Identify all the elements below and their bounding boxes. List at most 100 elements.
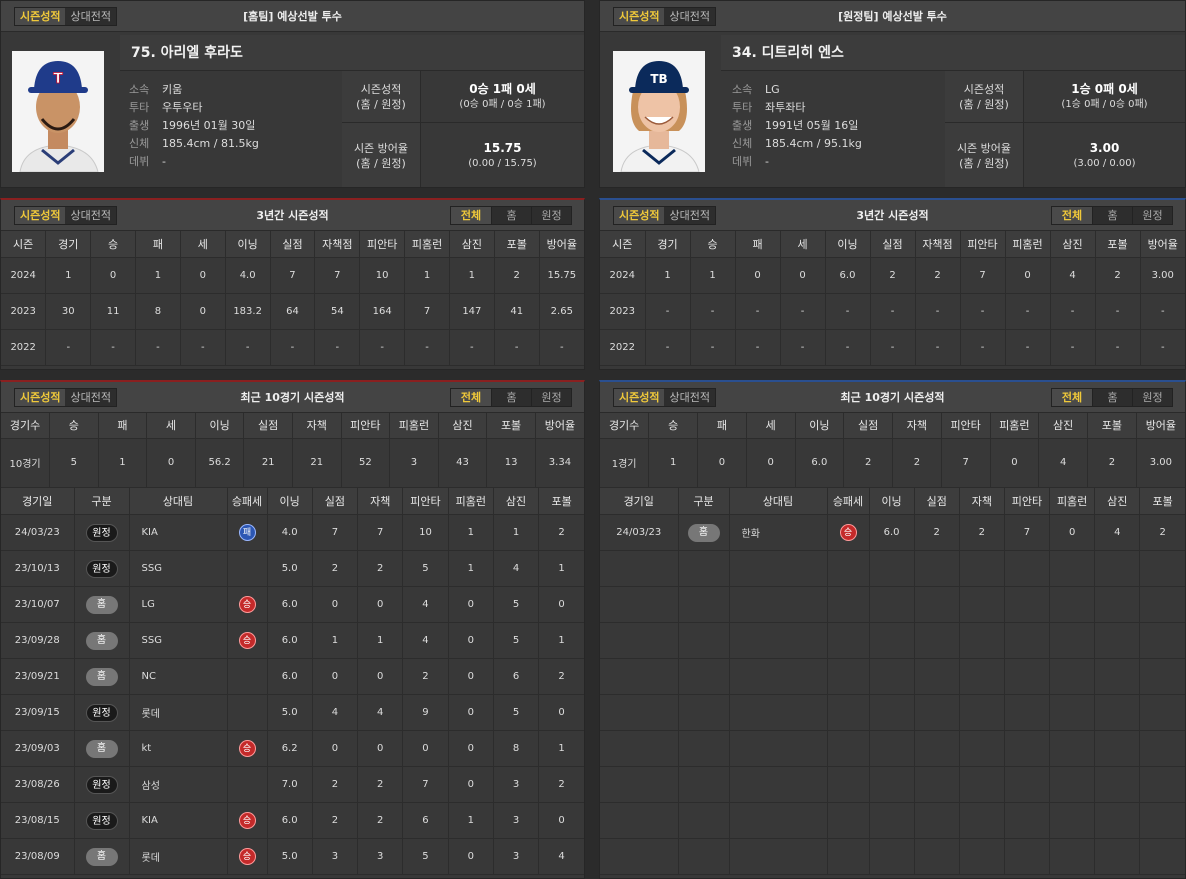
game-result xyxy=(227,550,268,587)
filter-all[interactable]: 전체 xyxy=(1052,389,1092,406)
filter-away[interactable]: 원정 xyxy=(531,207,571,224)
season-record-value: 0승 1패 0세 (0승 0패 / 0승 1패) xyxy=(459,81,546,110)
table-cell: 7 xyxy=(404,293,450,330)
column-header: 자책 xyxy=(292,413,342,439)
table-cell: 3 xyxy=(389,438,439,488)
table-cell xyxy=(1094,730,1141,767)
table-cell: - xyxy=(494,329,540,366)
table-cell xyxy=(827,586,870,623)
table-cell: 5 xyxy=(493,622,540,659)
season-era-value: 3.00 (3.00 / 0.00) xyxy=(1073,140,1136,169)
table-cell: - xyxy=(780,293,826,330)
table-cell: 0 xyxy=(538,694,584,731)
table-cell xyxy=(914,802,960,839)
table-cell: 0 xyxy=(448,730,494,767)
filter-home[interactable]: 홈 xyxy=(1092,207,1132,224)
table-cell: - xyxy=(870,293,916,330)
game-date: 23/08/26 xyxy=(1,766,75,803)
column-header: 실점 xyxy=(243,413,293,439)
column-header: 경기일 xyxy=(1,487,75,515)
table-row: 23/10/13 원정 SSG 5.0 2 2 5 1 4 1 xyxy=(1,550,584,587)
table-cell: - xyxy=(135,329,181,366)
table-cell: 0 xyxy=(538,802,584,839)
table-cell: 0 xyxy=(357,586,404,623)
season-era-label: 시즌 방어율 (홈 / 원정) xyxy=(945,123,1024,187)
player-photo: TB xyxy=(613,51,705,172)
table-cell: - xyxy=(1095,293,1141,330)
column-header: 포볼 xyxy=(1095,231,1141,258)
table-cell: 2 xyxy=(959,514,1005,551)
empty-row xyxy=(600,622,1185,659)
table-row: 2024 1 1 0 0 6.0 2 2 7 0 4 2 3.00 xyxy=(600,257,1185,294)
filter-away[interactable]: 원정 xyxy=(1132,389,1172,406)
table-cell: - xyxy=(314,329,361,366)
table-cell xyxy=(678,694,730,731)
table-cell: 5.0 xyxy=(267,550,313,587)
season-summary: 시즌성적 (홈 / 원정) 0승 1패 0세 (0승 0패 / 0승 1패) 시즌 … xyxy=(342,71,584,187)
column-header: 방어율 xyxy=(535,413,584,439)
table-cell xyxy=(1049,622,1096,659)
filter-away[interactable]: 원정 xyxy=(531,389,571,406)
season-record-label: 시즌성적 (홈 / 원정) xyxy=(342,71,421,122)
table-cell xyxy=(827,658,870,695)
column-header: 피홈런 xyxy=(1005,231,1051,258)
away-yearly-panel: 시즌성적 상대전적 3년간 시즌성적 전체 홈 원정 시즌 경기 승 패 세 이닝 실점 자책… xyxy=(599,198,1186,370)
table-cell: - xyxy=(359,329,406,366)
player-info: 소속 키움 투타 우투우타 출생 1996년 01월 30일 신체 185.4cm / … xyxy=(129,81,259,171)
column-header: 상대팀 xyxy=(129,487,228,515)
table-cell xyxy=(1049,586,1096,623)
opponent-team: KIA xyxy=(129,514,228,551)
table-cell xyxy=(1094,586,1141,623)
game-result xyxy=(227,658,268,695)
filter-all[interactable]: 전체 xyxy=(451,207,491,224)
table-cell: 0 xyxy=(448,622,494,659)
home-yearly-panel: 시즌성적 상대전적 3년간 시즌성적 전체 홈 원정 시즌 경기 승 패 세 이닝 실점 자책… xyxy=(0,198,585,370)
table-cell: 52 xyxy=(341,438,391,488)
opponent-team: 한화 xyxy=(729,514,828,551)
info-debut: 데뷔 - xyxy=(129,155,166,168)
game-result xyxy=(227,694,268,731)
column-header: 피홈런 xyxy=(389,413,439,439)
player-info: 소속 LG 투타 좌투좌타 출생 1991년 05월 16일 신체 185.4cm / … xyxy=(732,81,862,171)
filter-all[interactable]: 전체 xyxy=(1052,207,1092,224)
table-cell: 0 xyxy=(90,257,137,294)
table-cell: 2 xyxy=(402,658,449,695)
table-cell: 1 xyxy=(357,622,404,659)
column-header: 자책점 xyxy=(314,231,361,258)
filter-away[interactable]: 원정 xyxy=(1132,207,1172,224)
player-photo: T xyxy=(12,51,104,172)
table-row: 24/03/23 원정 KIA 패 4.0 7 7 10 1 1 2 xyxy=(1,514,584,551)
venue-badge: 홈 xyxy=(687,523,720,542)
filter-home[interactable]: 홈 xyxy=(491,207,531,224)
column-header: 승 xyxy=(648,413,698,439)
filter-home[interactable]: 홈 xyxy=(1092,389,1132,406)
table-cell: 0 xyxy=(357,730,404,767)
column-header: 자책점 xyxy=(915,231,961,258)
filter-all[interactable]: 전체 xyxy=(451,389,491,406)
table-cell: 1 xyxy=(449,257,495,294)
table-cell: - xyxy=(1005,293,1051,330)
column-header: 세 xyxy=(146,413,196,439)
column-header: 포볼 xyxy=(1087,413,1137,439)
result-badge: 승 xyxy=(238,848,256,865)
table-cell: 2 xyxy=(494,257,540,294)
table-cell: 1 xyxy=(312,622,359,659)
season-era-value: 15.75 (0.00 / 15.75) xyxy=(468,140,537,169)
column-header: 경기일 xyxy=(600,487,679,515)
column-header: 실점 xyxy=(843,413,893,439)
table-cell: 2 xyxy=(914,514,960,551)
table-cell: 2024 xyxy=(600,257,646,294)
table-cell xyxy=(1139,838,1185,875)
table-cell: 7 xyxy=(941,438,991,488)
table-cell xyxy=(600,838,679,875)
table-cell xyxy=(1004,802,1051,839)
column-header: 방어율 xyxy=(539,231,584,258)
filter-home[interactable]: 홈 xyxy=(491,389,531,406)
table-cell: 183.2 xyxy=(225,293,271,330)
table-cell xyxy=(729,802,828,839)
column-header: 피안타 xyxy=(1004,487,1051,515)
column-header: 자책 xyxy=(959,487,1005,515)
venue-badge: 홈 xyxy=(85,739,118,758)
table-cell: 5 xyxy=(402,550,449,587)
table-cell: 0 xyxy=(448,586,494,623)
